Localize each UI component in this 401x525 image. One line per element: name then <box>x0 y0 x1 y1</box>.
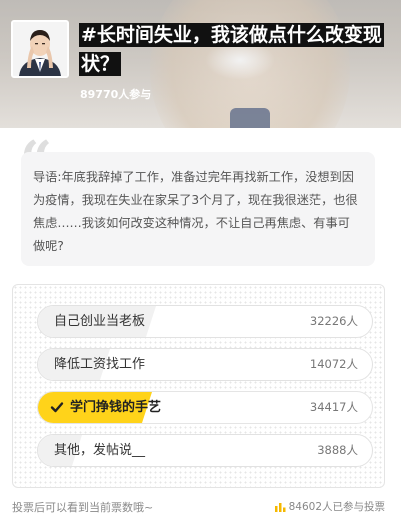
topic-thumbnail <box>11 20 69 78</box>
poll-option-count: 14072人 <box>309 357 358 371</box>
topic-title-text: #长时间失业，我该做点什么改变现状？ <box>79 23 384 76</box>
check-icon <box>50 402 64 413</box>
poll-option-count: 3888人 <box>317 443 358 457</box>
participant-count: 89770人参与 <box>80 88 152 101</box>
poll-option-label: 降低工资找工作 <box>54 357 146 372</box>
poll-option-label: 其他，发帖说__ <box>54 443 146 458</box>
vote-hint: 投票后可以看到当前票数哦~ <box>12 501 154 514</box>
poll-option-count: 32226人 <box>309 314 358 328</box>
poll-option-label: 自己创业当老板 <box>54 314 146 329</box>
poll-option[interactable]: 其他，发帖说__ 3888人 <box>37 434 373 467</box>
topic-title: #长时间失业，我该做点什么改变现状？ <box>79 21 395 79</box>
intro-text: 导语:年底我辞掉了工作，准备过完年再找新工作，没想到因为疫情，我现在失业在家呆了… <box>33 170 358 253</box>
worried-man-image <box>13 22 67 76</box>
poll-option-count: 34417人 <box>309 400 358 414</box>
poll-panel: 自己创业当老板 32226人 降低工资找工作 14072人 学门挣钱的手艺 34… <box>12 284 385 488</box>
poll-option-selected[interactable]: 学门挣钱的手艺 34417人 <box>37 391 373 424</box>
poll-option[interactable]: 降低工资找工作 14072人 <box>37 348 373 381</box>
poll-option-label: 学门挣钱的手艺 <box>70 400 162 415</box>
intro-card: 导语:年底我辞掉了工作，准备过完年再找新工作，没想到因为疫情，我现在失业在家呆了… <box>21 152 375 266</box>
poll-option[interactable]: 自己创业当老板 32226人 <box>37 305 373 338</box>
vote-total-text: 84602人已参与投票 <box>288 501 385 513</box>
bar-chart-icon <box>274 502 286 512</box>
vote-total: 84602人已参与投票 <box>274 499 385 514</box>
